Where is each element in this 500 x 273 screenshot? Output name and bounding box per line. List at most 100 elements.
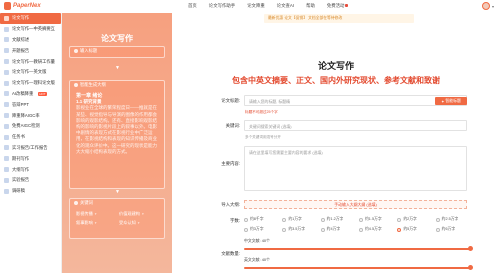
word-option[interactable]: 约4.5万字 <box>358 227 397 232</box>
sidebar-item-literature-review[interactable]: 文献综述 <box>0 35 61 46</box>
upload-outline-label-text: 导入大纲: <box>221 202 240 207</box>
title-label-text: 论文标题: <box>221 98 240 103</box>
word-option[interactable]: 约3.5万字 <box>282 227 320 232</box>
keyword-item: 受众认知 ▾ <box>119 220 158 226</box>
upload-outline-button[interactable]: 手动输入大纲大纲 (选填) <box>244 200 467 209</box>
word-option[interactable]: 约2.5万字 <box>435 217 474 222</box>
nav-ai-check[interactable]: 论文查AI <box>277 3 294 9</box>
sidebar-item-label: 免费AIGC检测 <box>12 123 40 129</box>
brand-name: PaperNex <box>13 3 41 9</box>
sidebar-item-internship-report[interactable]: 实习报告/工作报告 <box>0 143 61 154</box>
chart-icon <box>4 188 9 194</box>
sidebar-item-outline[interactable]: 大纲写作 <box>0 164 61 175</box>
word-option[interactable]: 约8千字 <box>244 217 282 222</box>
word-option-selected[interactable]: 约5万字 <box>397 227 435 232</box>
journal-icon <box>4 156 9 162</box>
smart-title-button[interactable]: ✦ 智能标题 <box>435 97 467 105</box>
title-input[interactable]: 请输入您的标题, 标题精 <box>244 95 467 106</box>
user-menu[interactable]: ▾ <box>481 2 494 10</box>
sidebar-item-proposal[interactable]: 开题报告 <box>0 45 61 56</box>
sidebar-item-label: 论文写作—理科论文版 <box>12 80 55 86</box>
slider-handle[interactable] <box>468 246 473 251</box>
pen-icon <box>4 91 9 97</box>
logo-mark-icon <box>4 2 11 10</box>
word-option-label: 约4.5万字 <box>364 227 382 231</box>
nav-help[interactable]: 帮助 <box>306 3 315 9</box>
word-option-label: 约2万字 <box>403 217 417 221</box>
radio-icon <box>435 217 440 222</box>
notice-banner[interactable]: 最新优惠 论文【促销】 文档全部在等待修改 <box>264 14 414 23</box>
nav-home[interactable]: 首页 <box>188 3 197 9</box>
sidebar-item-ai-rewrite[interactable]: AI改稿降重 HOT <box>0 89 61 100</box>
search-icon <box>4 123 9 129</box>
keyword-input[interactable]: 关键词搜索关键词 (选填) <box>244 120 467 131</box>
keyword-tip: 多个关键词用逗号分开 <box>245 135 281 139</box>
sidebar-item-lab-report[interactable]: 实验报告 <box>0 175 61 186</box>
step-dot-icon <box>74 49 78 53</box>
sidebar-item-bilingual-abstract[interactable]: 论文写作—中英摘要互 <box>0 24 61 35</box>
sidebar: 论文写作 论文写作—中英摘要互 文献综述 开题报告 论文写作—教研工作量 论文写… <box>0 13 62 273</box>
radio-icon <box>320 227 325 232</box>
step-keywords: 关键词 影视传播 ▾ 价值观建构 ▾ 叙事影响 ▾ 受众认知 ▾ <box>69 198 165 239</box>
en-literature-slider[interactable] <box>244 265 473 270</box>
word-option[interactable]: 约1.2万字 <box>320 217 359 222</box>
sidebar-item-label: 开题报告 <box>12 47 30 53</box>
radio-selected-icon <box>397 227 402 232</box>
word-option[interactable]: 约2万字 <box>397 217 435 222</box>
word-option-label: 约6万字 <box>441 227 456 231</box>
logo[interactable]: PaperNex <box>4 2 41 10</box>
cn-literature-slider[interactable] <box>244 246 473 251</box>
word-option[interactable]: 约1万字 <box>282 217 320 222</box>
nav-free-activity-label: 免费活动 <box>326 3 345 8</box>
outline-text: 影视业在全球的繁荣程度日——推就是在某些、视觉指导与导演的图像的作用都会影响的观… <box>76 105 157 154</box>
sidebar-item-label: 大纲写作 <box>12 166 30 172</box>
sidebar-item-label: 论文写作—中英摘要互 <box>12 26 55 32</box>
tag-icon: ▾ <box>137 221 140 225</box>
word-option-label: 约1万字 <box>288 217 302 221</box>
nav-dedup[interactable]: 论文降重 <box>247 3 265 9</box>
word-option[interactable]: 约1.5万字 <box>358 217 397 222</box>
presentation-icon <box>4 102 9 108</box>
keyword-label-text: 关键词: <box>225 123 240 128</box>
main-form-area: 最新优惠 论文【促销】 文档全部在等待修改 论文写作 包含中英文摘要、正文、国内… <box>172 13 500 273</box>
sidebar-item-label: 期刊写作 <box>12 155 30 161</box>
word-option[interactable]: 约6万字 <box>435 227 474 232</box>
task-icon <box>4 134 9 140</box>
sidebar-item-survey[interactable]: 调研稿 <box>0 186 61 197</box>
word-option-label: 约3万字 <box>250 227 264 231</box>
sidebar-item-english-version[interactable]: 论文写作—英文版 <box>0 67 61 78</box>
sidebar-item-defense-ppt[interactable]: 答辩PPT <box>0 99 61 110</box>
nav-writing[interactable]: 论文写作助手 <box>209 3 235 9</box>
step-generate-outline: 智能生成大纲 第一章 绪论 1.1 研究背景 影视业在全球的繁荣程度日——推就是… <box>69 80 165 189</box>
keyword-label: 影视传播 <box>76 211 93 216</box>
arrow-down-icon: ▼ <box>115 65 120 71</box>
sidebar-item-label: 实验报告 <box>12 177 30 183</box>
avatar[interactable] <box>481 2 490 10</box>
word-option[interactable]: 约3万字 <box>244 227 282 232</box>
radio-icon <box>358 227 363 232</box>
keyword-grid: 影视传播 ▾ 价值观建构 ▾ 叙事影响 ▾ 受众认知 ▾ <box>70 207 164 230</box>
sidebar-item-assignment[interactable]: 任务书 <box>0 132 61 143</box>
nav-free-activity[interactable]: 免费活动 <box>327 3 349 9</box>
content-textarea[interactable]: 请在这里填写您需要主要内容的要求 (选填) <box>244 146 467 191</box>
sidebar-item-journal[interactable]: 期刊写作 <box>0 153 61 164</box>
list-icon <box>4 167 9 173</box>
sidebar-item-paper-writing[interactable]: 论文写作 <box>0 13 61 24</box>
radio-icon <box>282 227 287 232</box>
step-dot-icon <box>74 201 78 205</box>
sidebar-item-reduce-aigc[interactable]: 降重降AIGC率 <box>0 110 61 121</box>
step-label: 智能生成大纲 <box>80 82 106 87</box>
sidebar-item-science-version[interactable]: 论文写作—理科论文版 <box>0 78 61 89</box>
word-option[interactable]: 约4万字 <box>320 227 359 232</box>
title-tip: 标题不可超过25个字 <box>245 110 278 114</box>
sidebar-item-teaching-workload[interactable]: 论文写作—教研工作量 <box>0 56 61 67</box>
chevron-down-icon: ▾ <box>491 3 494 9</box>
shield-icon <box>4 113 9 119</box>
arrow-down-icon: ▼ <box>115 189 120 195</box>
sidebar-item-aigc-check[interactable]: 免费AIGC检测 <box>0 121 61 132</box>
page-subtitle: 包含中英文摘要、正文、国内外研究现状、参考文献和致谢 <box>232 76 440 85</box>
keyword-item: 叙事影响 ▾ <box>76 220 115 226</box>
slider-handle[interactable] <box>468 265 473 270</box>
radio-icon <box>320 217 325 222</box>
radio-icon <box>244 217 248 222</box>
